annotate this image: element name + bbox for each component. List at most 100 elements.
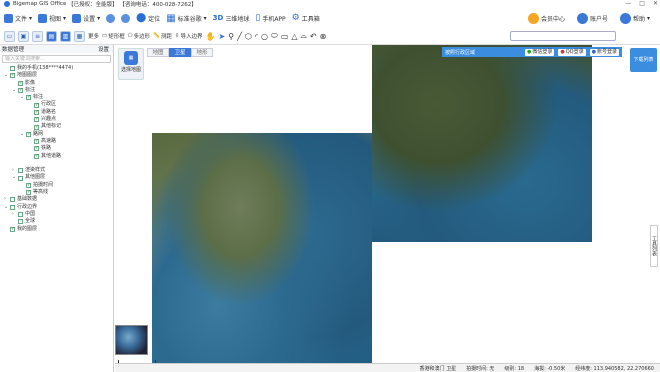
layer-checkbox[interactable]	[18, 80, 23, 87]
minimize-button[interactable]: —	[625, 0, 631, 7]
ellipse-tool[interactable]: ⬭	[271, 31, 278, 41]
locate-button[interactable]: ⬤ 定位	[136, 13, 160, 23]
text-tool[interactable]: ⌓	[301, 31, 307, 41]
layer-checkbox[interactable]	[34, 124, 39, 131]
account-button[interactable]: 账户号	[576, 12, 608, 24]
map-search-input[interactable]	[510, 31, 616, 41]
tree-item[interactable]: › 基础数据	[0, 196, 113, 203]
layer-checkbox[interactable]	[18, 87, 23, 94]
polygon-select-button[interactable]: ⬠ 多边形	[128, 32, 150, 40]
panel-search-input[interactable]: 输入关键词搜索...	[2, 55, 111, 63]
tree-item[interactable]: 其他标记	[0, 123, 113, 131]
draw-mode-icon[interactable]: ▥	[60, 30, 71, 42]
help-button[interactable]: 帮助 ▾	[619, 12, 650, 24]
layer-checkbox[interactable]	[10, 72, 15, 80]
zoom-out-button[interactable]	[121, 13, 131, 23]
folder-icon[interactable]: ▭	[4, 30, 15, 42]
tree-item[interactable]: 拍摄时间	[0, 182, 113, 189]
tree-item[interactable]: 道路名	[0, 109, 113, 116]
polygon-icon: ⬠	[127, 33, 133, 39]
tree-item[interactable]: 高速路	[0, 138, 113, 145]
layer-checkbox[interactable]	[10, 66, 15, 72]
3d-globe-button[interactable]: 3D 三维地球	[213, 14, 250, 23]
map-view[interactable]: ▦ 选择地图 地图 卫星 地形 按照行政区域 ● 微信登录 ● QQ登录 ● 账号登录 …	[115, 45, 660, 363]
layer-checkbox[interactable]	[34, 109, 39, 116]
layer-checkbox[interactable]	[26, 94, 31, 102]
layer-checkbox[interactable]	[26, 189, 31, 196]
tree-item-label: 全球	[25, 218, 36, 225]
tab-satellite[interactable]: 卫星	[169, 48, 191, 57]
circle-tool[interactable]: ○	[261, 32, 268, 41]
pointer-tool[interactable]: ➤	[219, 32, 226, 41]
tree-item[interactable]: 其他道路	[0, 153, 113, 160]
rectangle-select-button[interactable]: ▭ 矩形框	[102, 32, 125, 40]
tree-item[interactable]: ⌄ 行政边界	[0, 204, 113, 211]
close-button[interactable]: ✕	[653, 0, 658, 7]
wechat-login-button[interactable]: ● 微信登录	[524, 48, 555, 56]
more-button[interactable]: 更多	[88, 32, 99, 40]
layer-checkbox[interactable]	[18, 212, 23, 218]
undo-tool[interactable]: ↶	[310, 32, 317, 41]
tree-item[interactable]: 行政区	[0, 101, 113, 109]
layer-checkbox[interactable]	[18, 168, 23, 174]
tree-item[interactable]: ⌄标注	[0, 87, 113, 94]
layer-icon[interactable]: ≡	[32, 30, 43, 42]
marker-tool[interactable]: ⚲	[228, 32, 234, 41]
tree-item[interactable]: ⌄标注	[0, 94, 113, 101]
triangle-tool[interactable]: △	[291, 32, 297, 41]
tree-item[interactable]: › 中国	[0, 211, 113, 218]
layer-checkbox[interactable]	[34, 153, 39, 160]
menu-settings[interactable]: 设置 ▾	[72, 13, 100, 23]
tree-item[interactable]: ⌄ 其他图层	[0, 174, 113, 181]
qq-login-button[interactable]: ● QQ登录	[558, 48, 586, 56]
polygon-tool[interactable]: ⬡	[245, 32, 252, 41]
panel-settings-link[interactable]: 设置	[98, 45, 109, 53]
zoom-in-button[interactable]	[106, 13, 116, 23]
layer-checkbox[interactable]	[34, 145, 39, 153]
map-mode-icon[interactable]: ▤	[46, 30, 57, 42]
layer-checkbox[interactable]	[10, 197, 15, 203]
import-boundary-button[interactable]: ⇩ 导入边界	[175, 32, 203, 40]
mobile-app-button[interactable]: ▯ 手机APP	[255, 13, 285, 23]
overview-minimap[interactable]	[115, 325, 148, 355]
download-list-button[interactable]: 下载列表	[630, 48, 657, 72]
tree-item[interactable]: 铁路	[0, 145, 113, 153]
tree-item[interactable]: › 渲染样式	[0, 167, 113, 174]
account-login-button[interactable]: ● 账号登录	[589, 48, 619, 56]
tree-item[interactable]: ⌄地图图层	[0, 72, 113, 79]
menu-view[interactable]: 视图 ▾	[38, 13, 66, 23]
line-tool[interactable]: ╱	[237, 32, 242, 41]
rect-tool[interactable]: ▭	[281, 32, 289, 41]
measure-button[interactable]: 📏 测距	[153, 32, 172, 40]
delete-tool[interactable]: ⊗	[320, 32, 327, 41]
save-icon[interactable]: ▣	[18, 30, 29, 42]
tab-terrain[interactable]: 地形	[191, 48, 213, 57]
tree-item[interactable]	[0, 160, 113, 167]
tree-item[interactable]: 影像	[0, 80, 113, 87]
layer-checkbox[interactable]	[10, 226, 15, 233]
layer-checkbox[interactable]	[26, 182, 31, 189]
tree-item[interactable]: 我的图层	[0, 226, 113, 233]
layer-checkbox[interactable]	[26, 131, 31, 138]
maximize-button[interactable]: □	[639, 0, 645, 7]
curve-tool[interactable]: ◜	[255, 32, 258, 41]
tree-item[interactable]: ⌄路网	[0, 131, 113, 138]
account-menu: 会员中心 账户号 帮助 ▾	[527, 8, 660, 28]
toolbox-button[interactable]: ⚙ 工具箱	[292, 13, 320, 23]
tool-list-tab[interactable]: 工具列表	[650, 225, 658, 267]
table-icon[interactable]: ▦	[74, 30, 85, 42]
select-map-button[interactable]: ▦ 选择地图	[118, 48, 144, 80]
hand-tool[interactable]: ✋	[206, 32, 216, 41]
layer-checkbox[interactable]	[34, 138, 39, 145]
map-source-button[interactable]: ▦ 标准谷歌 ▾	[166, 13, 206, 24]
layer-checkbox[interactable]	[18, 219, 23, 225]
menu-file[interactable]: 文件 ▾	[4, 13, 32, 23]
layer-checkbox[interactable]	[10, 204, 15, 210]
tree-item[interactable]: 全球	[0, 218, 113, 225]
tab-map[interactable]: 地图	[147, 48, 169, 57]
region-download-label[interactable]: 按照行政区域	[445, 49, 475, 56]
vip-center[interactable]: 会员中心	[527, 12, 565, 24]
layer-checkbox[interactable]	[34, 116, 39, 124]
layer-checkbox[interactable]	[18, 175, 23, 181]
layer-checkbox[interactable]	[34, 102, 39, 109]
